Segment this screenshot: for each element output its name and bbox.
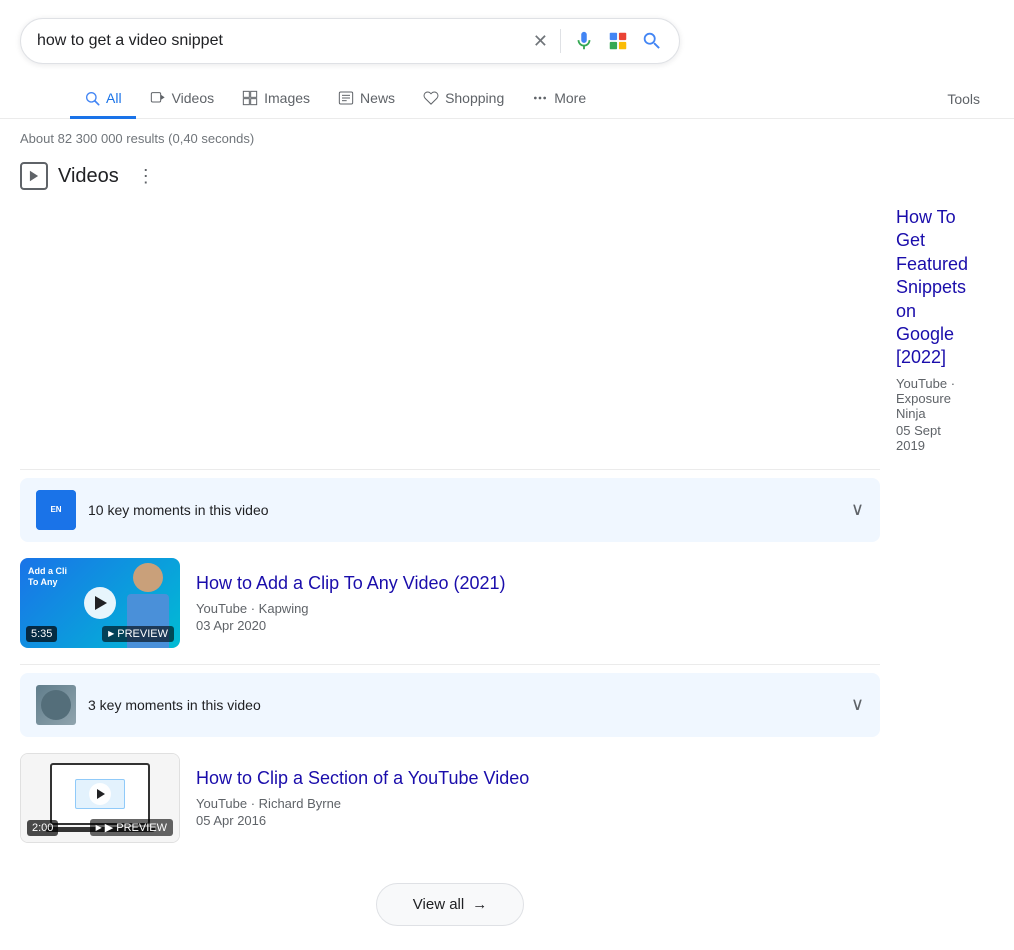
view-all-label: View all [413, 896, 464, 913]
channel-logo-1: EN [36, 490, 76, 530]
video-source-name-2: YouTube [196, 601, 247, 616]
video-source-name-1: YouTube [896, 376, 947, 391]
video-info-3: How to Clip a Section of a YouTube Video… [196, 753, 529, 843]
mic-icon[interactable] [573, 30, 595, 52]
videos-section: Videos ⋮ How To GetFeatureSnippets 13:24… [0, 154, 900, 950]
preview-badge-2: PREVIEW [102, 626, 174, 642]
videos-section-more-icon[interactable]: ⋮ [137, 166, 155, 187]
shopping-tab-icon [423, 90, 439, 106]
video-channel-2: Kapwing [259, 601, 309, 616]
search-bar-container: how to get a video snippet ✕ [0, 0, 1014, 64]
videos-section-title: Videos [58, 165, 119, 188]
tab-news[interactable]: News [324, 80, 409, 119]
tab-more-label: More [554, 90, 586, 106]
chevron-down-icon-2[interactable]: ∨ [851, 694, 864, 715]
more-tab-icon [532, 90, 548, 106]
video-tab-icon [150, 90, 166, 106]
preview-badge-3: ▶ PREVIEW [90, 819, 173, 836]
view-all-container: View all → [20, 867, 880, 942]
search-icons: ✕ [533, 29, 663, 53]
tab-news-label: News [360, 90, 395, 106]
play-button-3[interactable] [89, 783, 111, 805]
video-channel-3: Richard Byrne [259, 796, 341, 811]
tab-videos-label: Videos [172, 90, 215, 106]
video-channel-1: Exposure Ninja [896, 391, 951, 421]
key-moments-row-2[interactable]: 3 key moments in this video ∨ [20, 673, 880, 737]
video-title-1[interactable]: How To Get Featured Snippets on Google [… [896, 206, 968, 370]
images-tab-icon [242, 90, 258, 106]
tab-images[interactable]: Images [228, 80, 324, 119]
video-card-1: How To GetFeatureSnippets 13:24 PREVIEW … [20, 206, 880, 470]
video-thumbnail-2[interactable]: Add a CliTo Any 5:35 PREVIEW [20, 558, 180, 648]
tab-all-label: All [106, 90, 122, 106]
tab-shopping-label: Shopping [445, 90, 504, 106]
key-moments-text-1: 10 key moments in this video [88, 502, 839, 518]
result-count-text: About 82 300 000 results (0,40 seconds) [20, 131, 254, 146]
video-thumbnail-3[interactable]: 2:00 ▶ PREVIEW [20, 753, 180, 843]
key-moments-text-2: 3 key moments in this video [88, 697, 839, 713]
video-info-2: How to Add a Clip To Any Video (2021) Yo… [196, 558, 506, 648]
lens-icon[interactable] [607, 30, 629, 52]
view-all-button[interactable]: View all → [376, 883, 524, 926]
videos-section-header: Videos ⋮ [20, 162, 880, 190]
view-all-arrow: → [472, 896, 487, 913]
key-moments-thumb-1: EN [36, 490, 76, 530]
result-count: About 82 300 000 results (0,40 seconds) [0, 119, 1014, 154]
video-title-2[interactable]: How to Add a Clip To Any Video (2021) [196, 572, 506, 595]
tab-all[interactable]: All [70, 80, 136, 119]
video-date-3: 05 Apr 2016 [196, 813, 529, 828]
tab-images-label: Images [264, 90, 310, 106]
key-moments-row-1[interactable]: EN 10 key moments in this video ∨ [20, 478, 880, 542]
video-source-2: YouTube · Kapwing [196, 601, 506, 616]
tools-label: Tools [947, 91, 980, 107]
tab-shopping[interactable]: Shopping [409, 80, 518, 119]
chevron-down-icon-1[interactable]: ∨ [851, 499, 864, 520]
search-bar: how to get a video snippet ✕ [20, 18, 680, 64]
search-input[interactable]: how to get a video snippet [37, 32, 533, 50]
duration-badge-2: 5:35 [26, 626, 57, 642]
nav-tabs: All Videos Images News Shopping [0, 72, 1014, 119]
video-source-1: YouTube · Exposure Ninja [896, 376, 968, 421]
video-source-name-3: YouTube [196, 796, 247, 811]
key-moments-thumb-2 [36, 685, 76, 725]
play-button-2[interactable] [84, 587, 116, 619]
search-button[interactable] [641, 30, 663, 52]
video-card-3: 2:00 ▶ PREVIEW How to Clip a Section of … [20, 753, 880, 859]
all-icon [84, 90, 100, 106]
tab-more[interactable]: More [518, 80, 600, 119]
duration-badge-3: 2:00 [27, 820, 58, 836]
tab-videos[interactable]: Videos [136, 80, 229, 119]
tools-button[interactable]: Tools [933, 81, 994, 117]
video-title-3[interactable]: How to Clip a Section of a YouTube Video [196, 767, 529, 790]
news-tab-icon [338, 90, 354, 106]
video-date-1: 05 Sept 2019 [896, 423, 968, 453]
video-card-2: Add a CliTo Any 5:35 PREVIEW How to Add … [20, 558, 880, 665]
search-divider [560, 29, 561, 53]
video-date-2: 03 Apr 2020 [196, 618, 506, 633]
video-info-1: How To Get Featured Snippets on Google [… [896, 206, 968, 453]
video-source-3: YouTube · Richard Byrne [196, 796, 529, 811]
videos-section-icon [20, 162, 48, 190]
clear-icon[interactable]: ✕ [533, 31, 548, 52]
